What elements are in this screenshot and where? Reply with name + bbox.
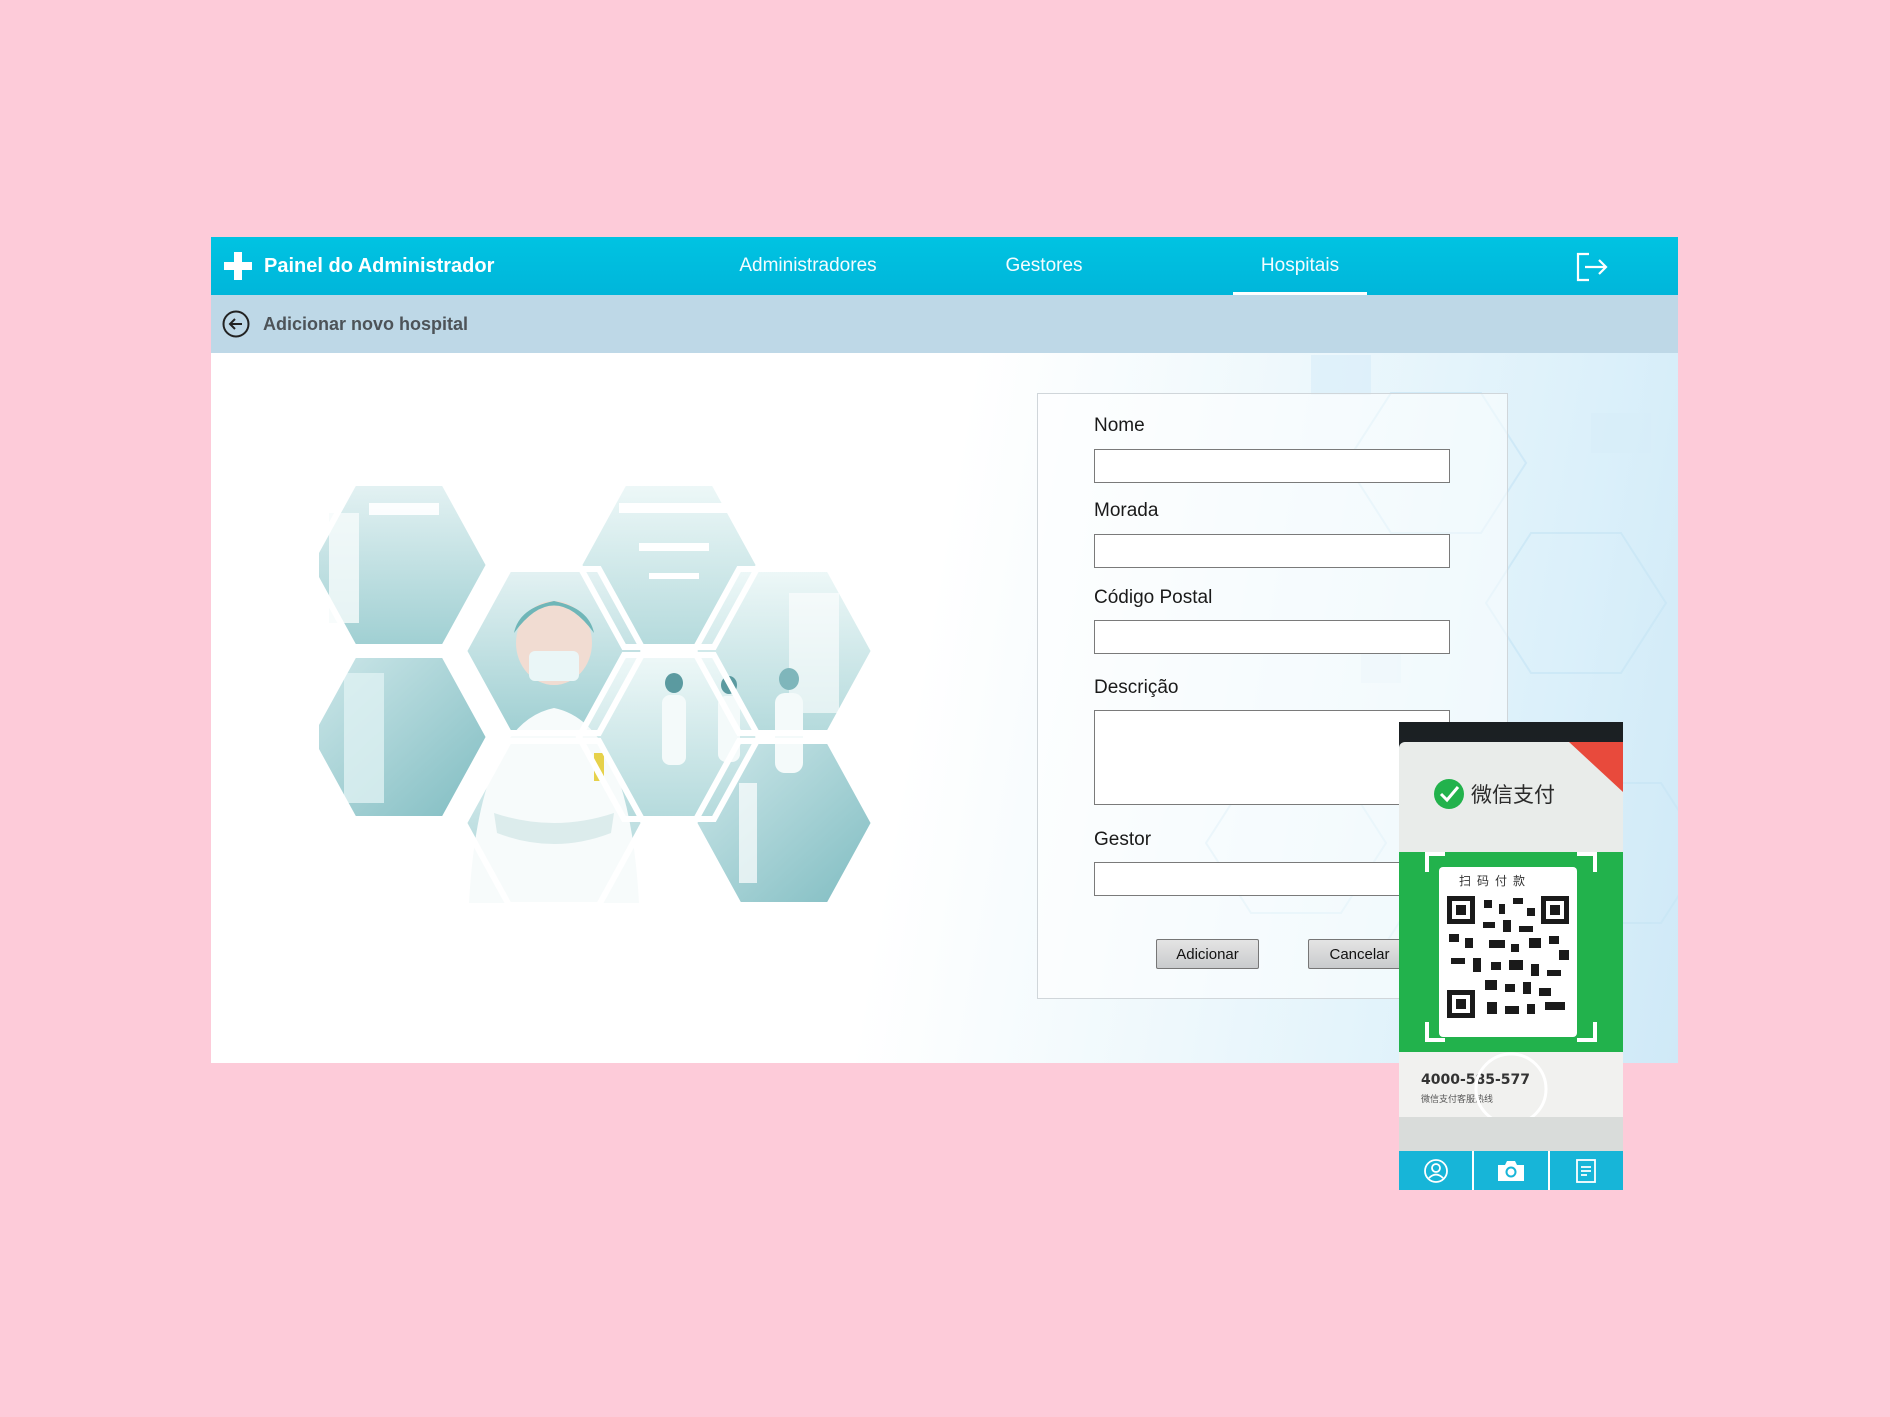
tab-gestores[interactable]: Gestores [979,237,1109,295]
hospital-staff-collage [319,483,878,908]
history-button[interactable] [1549,1151,1623,1190]
morada-label: Morada [1094,500,1159,521]
scan-to-pay-label: 扫码付款 [1459,874,1531,888]
morada-input[interactable] [1094,534,1450,568]
document-icon [1576,1158,1597,1183]
tab-hospitais[interactable]: Hospitais [1233,237,1367,295]
camera-viewfinder: 微信支付 扫码付款 4000-585-577 微信支付客服热线 [1399,722,1623,1151]
nome-label: Nome [1094,415,1145,436]
medical-cross-icon [224,252,252,280]
hotline-label: 微信支付客服热线 [1421,1093,1493,1105]
profile-icon [1423,1158,1448,1183]
descricao-textarea[interactable] [1094,710,1450,805]
logout-icon[interactable] [1574,249,1610,285]
page-title: Adicionar novo hospital [263,313,469,334]
page-subheader: Adicionar novo hospital [211,295,1678,353]
codigo-postal-label: Código Postal [1094,587,1213,608]
tab-administradores[interactable]: Administradores [711,237,905,295]
gestor-input[interactable] [1094,862,1450,896]
cancelar-button[interactable]: Cancelar [1308,939,1411,969]
brand: Painel do Administrador [224,237,494,295]
scanner-bottom-bar [1399,1151,1623,1190]
qr-scanner-phone-mockup: 微信支付 扫码付款 4000-585-577 微信支付客服热线 [1399,722,1623,1190]
profile-button[interactable] [1399,1151,1473,1190]
descricao-label: Descrição [1094,677,1179,698]
adicionar-button[interactable]: Adicionar [1156,939,1259,969]
back-arrow-icon[interactable] [222,310,250,338]
app-title: Painel do Administrador [264,254,495,277]
wechat-pay-brand: 微信支付 [1471,783,1555,807]
nome-input[interactable] [1094,449,1450,483]
camera-icon [1497,1160,1524,1181]
top-navigation-bar: Painel do Administrador Administradores … [211,237,1678,295]
codigo-postal-input[interactable] [1094,620,1450,654]
gestor-label: Gestor [1094,829,1152,850]
camera-button[interactable] [1474,1151,1548,1190]
